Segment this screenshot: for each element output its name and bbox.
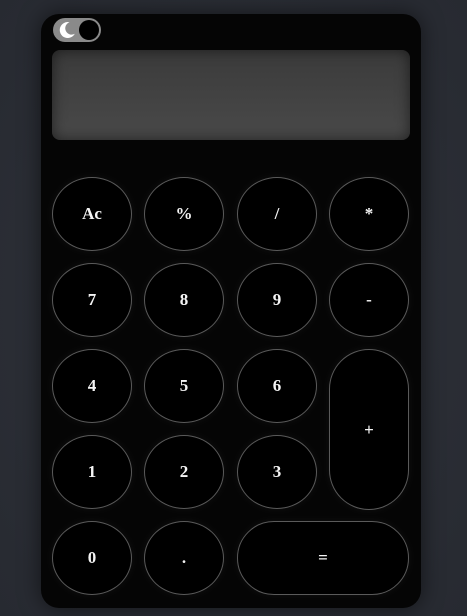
calculator-display bbox=[52, 50, 410, 140]
calculator: Ac % / * 7 8 9 - 4 5 6 + 1 2 3 0 . = bbox=[41, 14, 421, 608]
minus-button[interactable]: - bbox=[329, 263, 409, 337]
plus-button[interactable]: + bbox=[329, 349, 409, 510]
digit-3-button[interactable]: 3 bbox=[237, 435, 317, 509]
digit-6-button[interactable]: 6 bbox=[237, 349, 317, 423]
theme-toggle[interactable] bbox=[53, 18, 101, 42]
decimal-button[interactable]: . bbox=[144, 521, 224, 595]
digit-8-button[interactable]: 8 bbox=[144, 263, 224, 337]
clear-button[interactable]: Ac bbox=[52, 177, 132, 251]
digit-4-button[interactable]: 4 bbox=[52, 349, 132, 423]
multiply-button[interactable]: * bbox=[329, 177, 409, 251]
divide-button[interactable]: / bbox=[237, 177, 317, 251]
digit-2-button[interactable]: 2 bbox=[144, 435, 224, 509]
digit-5-button[interactable]: 5 bbox=[144, 349, 224, 423]
digit-7-button[interactable]: 7 bbox=[52, 263, 132, 337]
percent-button[interactable]: % bbox=[144, 177, 224, 251]
digit-0-button[interactable]: 0 bbox=[52, 521, 132, 595]
digit-1-button[interactable]: 1 bbox=[52, 435, 132, 509]
page: Ac % / * 7 8 9 - 4 5 6 + 1 2 3 0 . = bbox=[0, 0, 467, 616]
toggle-knob bbox=[79, 20, 99, 40]
equals-button[interactable]: = bbox=[237, 521, 409, 595]
digit-9-button[interactable]: 9 bbox=[237, 263, 317, 337]
crescent-moon-icon bbox=[59, 22, 75, 39]
